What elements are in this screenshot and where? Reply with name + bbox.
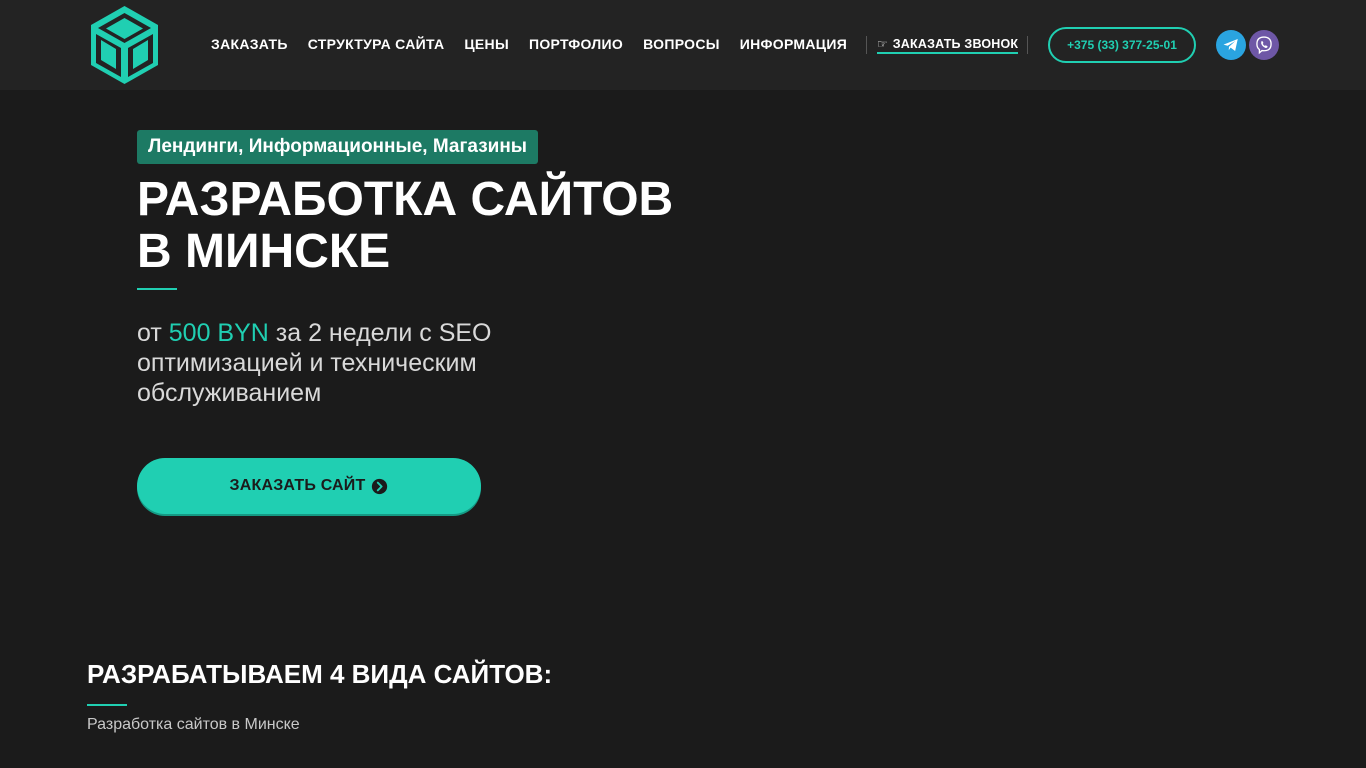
cube-logo-icon[interactable]	[88, 4, 161, 86]
nav-item-information[interactable]: ИНФОРМАЦИЯ	[740, 36, 847, 52]
section-title: РАЗРАБАТЫВАЕМ 4 ВИДА САЙТОВ:	[87, 659, 553, 689]
hero-subtitle: от 500 BYN за 2 недели с SEO оптимизацие…	[137, 318, 537, 408]
chevron-right-circle-icon	[372, 478, 388, 494]
callback-label: ЗАКАЗАТЬ ЗВОНОК	[892, 37, 1019, 51]
site-header: ЗАКАЗАТЬ СТРУКТУРА САЙТА ЦЕНЫ ПОРТФОЛИО …	[0, 0, 1366, 90]
section-accent-line	[87, 704, 127, 706]
nav-item-order[interactable]: ЗАКАЗАТЬ	[211, 36, 288, 52]
telegram-button[interactable]	[1216, 30, 1246, 60]
nav-item-questions[interactable]: ВОПРОСЫ	[643, 36, 720, 52]
viber-icon	[1256, 36, 1272, 55]
section-subtitle: Разработка сайтов в Минске	[87, 716, 300, 733]
callback-link[interactable]: ☞ ЗАКАЗАТЬ ЗВОНОК	[877, 37, 1019, 54]
divider	[866, 36, 867, 54]
phone-button[interactable]: +375 (33) 377-25-01	[1048, 27, 1196, 63]
site-types-tag: Лендинги, Информационные, Магазины	[137, 130, 539, 164]
pointing-hand-icon: ☞	[877, 37, 888, 51]
title-line: РАЗРАБОТКА САЙТОВ	[137, 173, 674, 226]
title-line: В МИНСКЕ	[137, 225, 391, 278]
subtitle-prefix: от	[137, 319, 169, 347]
order-site-button[interactable]: ЗАКАЗАТЬ САЙТ	[137, 458, 481, 514]
title-accent-line	[137, 288, 177, 290]
main-nav: ЗАКАЗАТЬ СТРУКТУРА САЙТА ЦЕНЫ ПОРТФОЛИО …	[211, 36, 847, 52]
price-highlight: 500 BYN	[168, 319, 269, 347]
telegram-icon	[1223, 39, 1238, 51]
page-title: РАЗРАБОТКА САЙТОВ В МИНСКЕ	[137, 174, 697, 278]
viber-button[interactable]	[1249, 30, 1279, 60]
nav-item-site-structure[interactable]: СТРУКТУРА САЙТА	[308, 36, 445, 52]
nav-item-prices[interactable]: ЦЕНЫ	[464, 36, 509, 52]
order-site-label: ЗАКАЗАТЬ САЙТ	[229, 477, 366, 494]
divider	[1027, 36, 1028, 54]
nav-item-portfolio[interactable]: ПОРТФОЛИО	[529, 36, 623, 52]
